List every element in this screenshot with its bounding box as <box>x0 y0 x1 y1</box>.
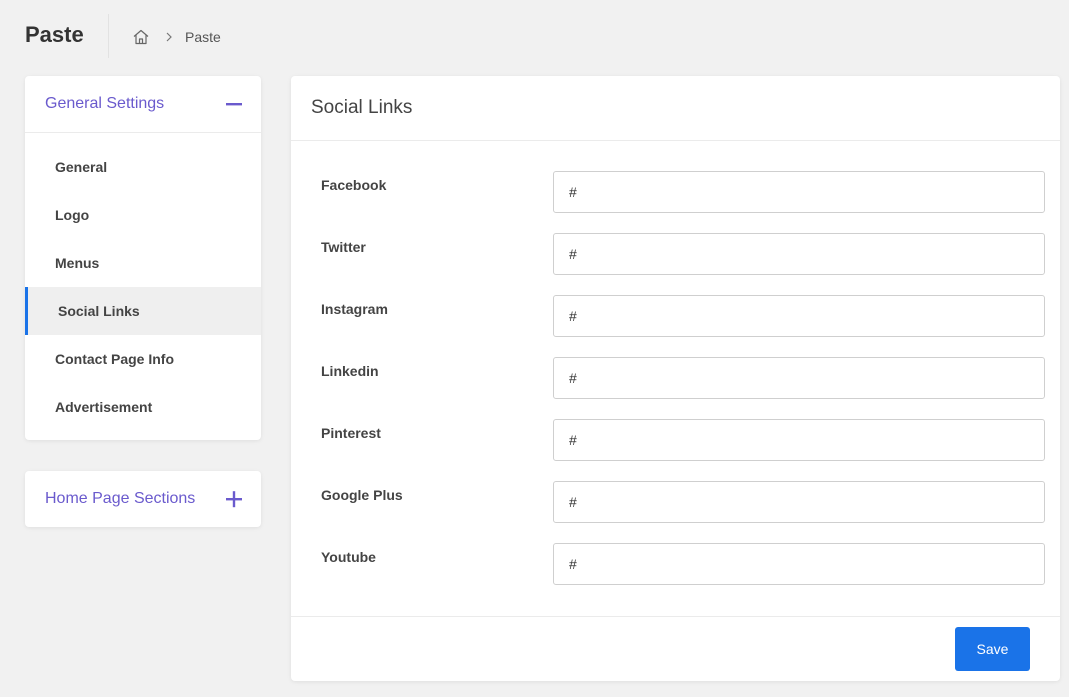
social-links-panel: Social Links Facebook Twitter Instagram … <box>291 76 1060 681</box>
sidebar-item-logo[interactable]: Logo <box>25 191 261 239</box>
twitter-field[interactable] <box>553 233 1045 275</box>
general-settings-title: General Settings <box>45 95 165 112</box>
sidebar-item-social-links[interactable]: Social Links <box>25 287 261 335</box>
linkedin-field[interactable] <box>553 357 1045 399</box>
sidebar-item-contact-page-info[interactable]: Contact Page Info <box>25 335 261 383</box>
instagram-field[interactable] <box>553 295 1045 337</box>
youtube-label: Youtube <box>321 549 376 565</box>
general-settings-panel: General Settings General Logo Menus Soci… <box>25 76 261 440</box>
form-row-pinterest: Pinterest <box>291 419 1060 481</box>
settings-menu: General Logo Menus Social Links Contact … <box>25 133 261 431</box>
linkedin-label: Linkedin <box>321 363 379 379</box>
home-page-sections-header[interactable]: Home Page Sections <box>25 471 261 527</box>
home-page-sections-title: Home Page Sections <box>45 490 196 507</box>
form-row-facebook: Facebook <box>291 171 1060 233</box>
breadcrumb-current: Paste <box>185 29 221 45</box>
general-settings-header[interactable]: General Settings <box>25 76 261 133</box>
chevron-right-icon <box>162 30 176 44</box>
google-plus-field[interactable] <box>553 481 1045 523</box>
social-links-title: Social Links <box>311 97 413 118</box>
sidebar-item-menus[interactable]: Menus <box>25 239 261 287</box>
sidebar-item-general[interactable]: General <box>25 143 261 191</box>
social-links-form: Facebook Twitter Instagram Linkedin Pint… <box>291 141 1060 605</box>
pinterest-field[interactable] <box>553 419 1045 461</box>
save-button[interactable]: Save <box>955 627 1030 671</box>
form-row-linkedin: Linkedin <box>291 357 1060 419</box>
youtube-field[interactable] <box>553 543 1045 585</box>
form-row-instagram: Instagram <box>291 295 1060 357</box>
form-footer: Save <box>291 616 1060 681</box>
breadcrumb: Paste <box>132 27 221 47</box>
page-title: Paste <box>25 22 84 47</box>
twitter-label: Twitter <box>321 239 366 255</box>
form-row-youtube: Youtube <box>291 543 1060 605</box>
social-links-header: Social Links <box>291 76 1060 141</box>
page-header: Paste Paste <box>0 0 1069 72</box>
facebook-field[interactable] <box>553 171 1045 213</box>
minus-icon[interactable] <box>225 95 243 113</box>
pinterest-label: Pinterest <box>321 425 381 441</box>
home-page-sections-panel: Home Page Sections <box>25 471 261 527</box>
form-row-google-plus: Google Plus <box>291 481 1060 543</box>
header-divider <box>108 14 109 58</box>
sidebar-item-advertisement[interactable]: Advertisement <box>25 383 261 431</box>
google-plus-label: Google Plus <box>321 487 403 503</box>
instagram-label: Instagram <box>321 301 388 317</box>
home-icon[interactable] <box>132 28 150 46</box>
form-row-twitter: Twitter <box>291 233 1060 295</box>
plus-icon[interactable] <box>225 490 243 508</box>
facebook-label: Facebook <box>321 177 387 193</box>
